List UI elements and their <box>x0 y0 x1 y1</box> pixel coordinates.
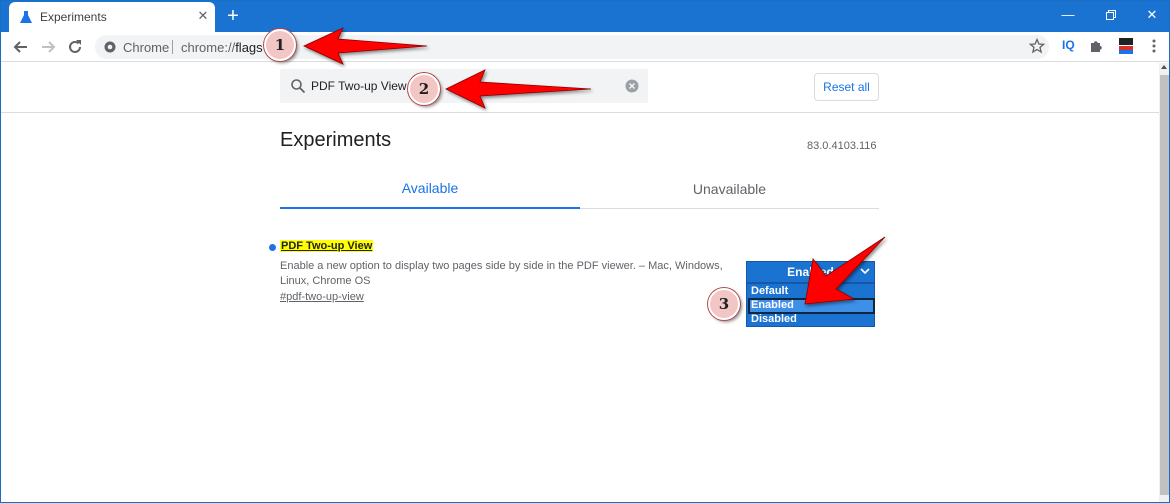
flag-anchor-link[interactable]: #pdf-two-up-view <box>280 291 364 303</box>
omnibox-url: chrome://flags <box>181 40 263 55</box>
browser-window: Experiments ✕ + — ✕ Chrome chrome://flag… <box>0 0 1170 503</box>
tab-unavailable[interactable]: Unavailable <box>580 168 879 209</box>
search-input[interactable]: PDF Two-up View <box>280 69 648 103</box>
step-2-badge: 2 <box>408 73 440 105</box>
option-disabled[interactable]: Disabled <box>749 313 874 327</box>
url-host: flags <box>235 40 263 55</box>
select-dropdown-list: Default Enabled Disabled <box>746 283 875 327</box>
plus-icon[interactable]: + <box>223 6 243 26</box>
search-icon <box>291 79 306 94</box>
clear-search-icon[interactable] <box>625 79 639 93</box>
minimize-icon[interactable]: — <box>1056 5 1080 25</box>
omnibox-divider <box>172 40 173 54</box>
back-icon[interactable] <box>11 37 31 57</box>
modified-indicator-dot <box>269 244 276 251</box>
chrome-icon <box>104 41 116 53</box>
tab-available[interactable]: Available <box>280 168 580 209</box>
url-prefix: chrome:// <box>181 40 236 55</box>
flag-description: Enable a new option to display two pages… <box>280 260 723 287</box>
iq-extension-icon[interactable]: IQ <box>1062 38 1075 52</box>
ys-extension-icon[interactable] <box>1118 37 1134 55</box>
flags-header: PDF Two-up View Reset all <box>1 63 1159 113</box>
scroll-up-icon[interactable] <box>1161 65 1167 69</box>
toolbar: Chrome chrome://flags <box>1 32 1169 62</box>
flag-state-select[interactable]: Enabled <box>746 261 875 283</box>
reload-icon[interactable] <box>65 37 85 57</box>
scroll-thumb[interactable] <box>1160 75 1169 495</box>
page-title: Experiments <box>280 129 392 151</box>
omnibox-scheme-label: Chrome <box>123 40 170 55</box>
more-vert-icon[interactable] <box>1149 38 1159 54</box>
window-close-icon[interactable]: ✕ <box>1140 5 1164 25</box>
tab-experiments[interactable]: Experiments ✕ <box>9 2 215 32</box>
tab-strip: Experiments ✕ + — ✕ <box>1 1 1169 32</box>
close-icon[interactable]: ✕ <box>195 8 211 24</box>
flask-icon <box>20 11 32 23</box>
version-label: 83.0.4103.116 <box>807 140 877 152</box>
scrollbar[interactable] <box>1159 63 1169 502</box>
reset-all-button[interactable]: Reset all <box>814 73 879 101</box>
step-1-badge: 1 <box>264 29 296 61</box>
option-default[interactable]: Default <box>749 285 874 299</box>
flag-name: PDF Two-up View <box>280 240 374 252</box>
address-bar[interactable]: Chrome chrome://flags <box>95 35 1049 59</box>
select-value: Enabled <box>787 265 834 279</box>
search-value: PDF Two-up View <box>311 79 407 93</box>
restore-icon[interactable] <box>1099 5 1123 25</box>
forward-icon[interactable] <box>38 37 58 57</box>
star-icon[interactable] <box>1029 38 1045 54</box>
tab-title: Experiments <box>40 10 107 24</box>
selected-tab-indicator <box>280 207 580 209</box>
step-3-badge: 3 <box>708 288 740 320</box>
puzzle-icon[interactable] <box>1089 38 1105 54</box>
option-enabled[interactable]: Enabled <box>748 298 875 314</box>
chevron-down-icon <box>860 268 870 275</box>
